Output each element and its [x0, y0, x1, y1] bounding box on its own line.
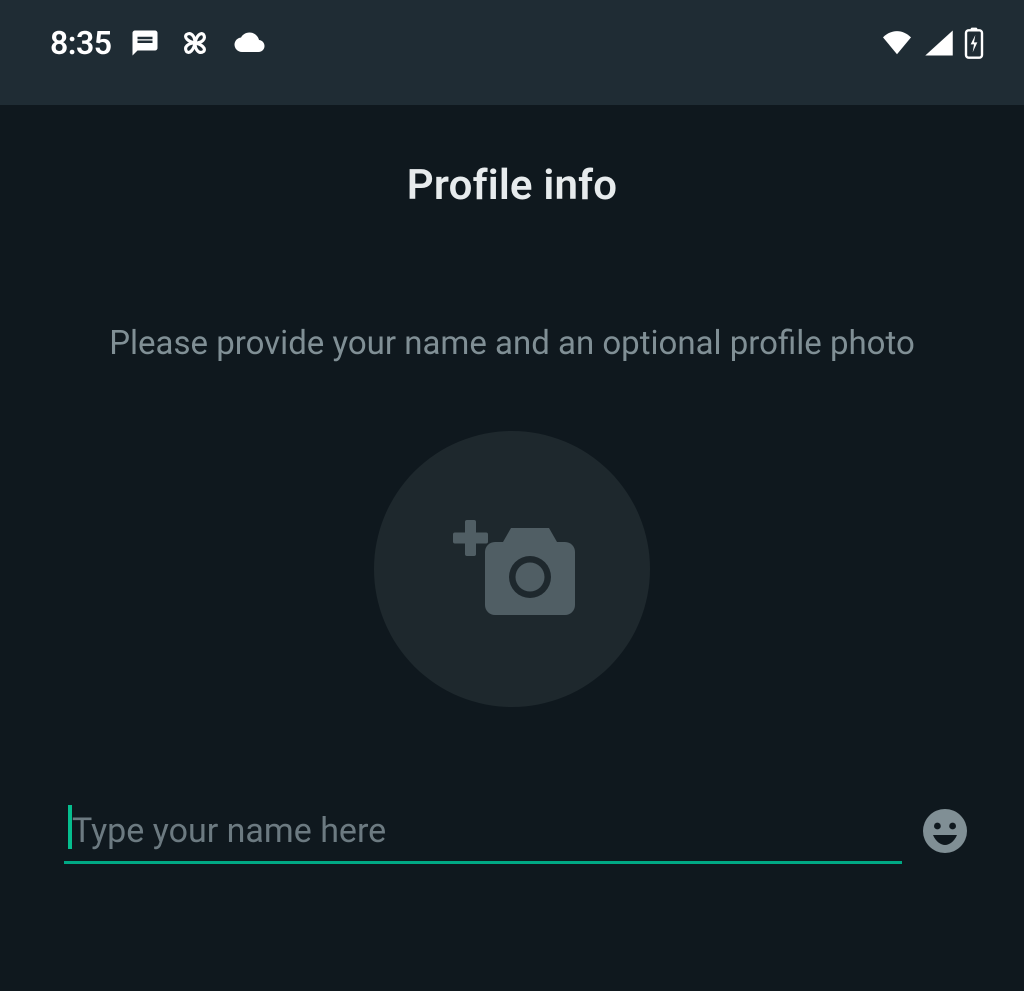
name-input-wrapper [64, 803, 902, 864]
message-icon [130, 28, 160, 58]
wifi-icon [880, 29, 914, 57]
cloud-icon [230, 30, 266, 56]
main-content: Profile info Please provide your name an… [0, 105, 1024, 864]
battery-charging-icon [964, 27, 984, 59]
add-photo-button[interactable] [374, 431, 650, 707]
page-subtitle: Please provide your name and an optional… [39, 322, 985, 367]
status-right [880, 27, 984, 59]
text-cursor [68, 805, 72, 849]
status-left: 8:35 [50, 24, 266, 62]
status-time: 8:35 [50, 24, 112, 62]
add-photo-icon [453, 520, 583, 630]
fan-icon [178, 26, 212, 60]
signal-icon [924, 29, 954, 57]
page-title: Profile info [407, 161, 618, 210]
name-input-row [0, 803, 1024, 864]
emoji-picker-button[interactable] [920, 808, 970, 858]
name-input[interactable] [64, 803, 902, 864]
status-bar: 8:35 [0, 0, 1024, 105]
emoji-icon [921, 807, 969, 859]
